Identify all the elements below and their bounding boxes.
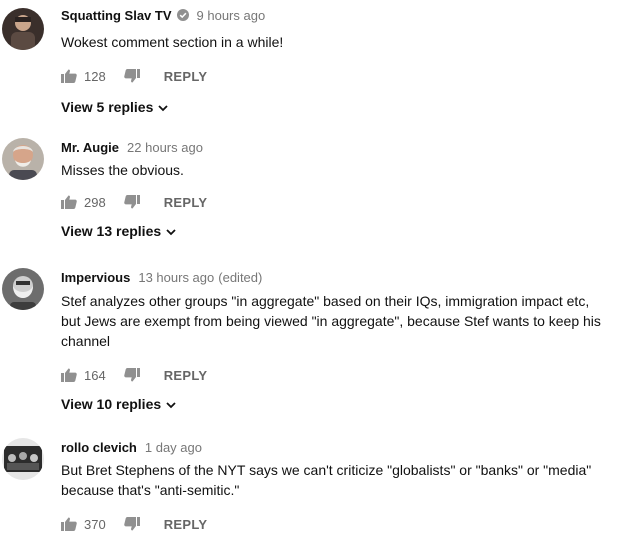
comment-header: Impervious 13 hours ago (edited) <box>61 268 610 286</box>
reply-button[interactable]: REPLY <box>164 69 208 84</box>
check-circle-icon <box>176 9 189 21</box>
comment-header: Mr. Augie 22 hours ago <box>61 138 610 156</box>
comment-body: Impervious 13 hours ago (edited) Stef an… <box>61 268 610 412</box>
author-name[interactable]: Impervious <box>61 270 130 285</box>
comment-text: Misses the obvious. <box>61 162 184 178</box>
comment-actions: 164 REPLY <box>61 365 610 385</box>
thumbs-up-icon[interactable] <box>61 195 77 209</box>
thumbs-down-icon[interactable] <box>123 69 140 83</box>
chevron-down-icon <box>161 223 176 239</box>
like-count: 298 <box>84 194 106 210</box>
thumbs-down-icon[interactable] <box>123 195 140 209</box>
like-count: 370 <box>84 516 106 532</box>
reply-button[interactable]: REPLY <box>164 517 208 532</box>
comment-text: Wokest comment section in a while! <box>61 34 284 50</box>
thumbs-up-icon[interactable] <box>61 368 77 382</box>
avatar[interactable] <box>2 438 44 480</box>
view-replies-button[interactable]: View 13 replies <box>61 223 610 239</box>
view-replies-label: View 13 replies <box>61 223 162 239</box>
comment-timestamp[interactable]: 9 hours ago <box>197 8 266 23</box>
comment-body: Squatting Slav TV 9 hours ago Wokest com… <box>61 6 610 115</box>
thumbs-up-icon[interactable] <box>61 69 77 83</box>
comment-text: Stef analyzes other groups "in aggregate… <box>61 293 601 349</box>
chevron-down-icon <box>161 396 176 412</box>
view-replies-button[interactable]: View 5 replies <box>61 99 610 115</box>
view-replies-label: View 10 replies <box>61 396 162 412</box>
author-name[interactable]: rollo clevich <box>61 440 137 455</box>
reply-button[interactable]: REPLY <box>164 368 208 383</box>
comment-timestamp[interactable]: 22 hours ago <box>127 140 203 155</box>
view-replies-label: View 5 replies <box>61 99 154 115</box>
chevron-down-icon <box>153 99 168 115</box>
like-count: 128 <box>84 68 106 84</box>
comment-actions: 298 REPLY <box>61 192 610 212</box>
thumbs-down-icon[interactable] <box>123 368 140 382</box>
comment-timestamp[interactable]: 1 day ago <box>145 440 202 455</box>
comment-header: Squatting Slav TV 9 hours ago <box>61 6 610 24</box>
comment-timestamp[interactable]: 13 hours ago <box>138 270 214 285</box>
avatar[interactable] <box>2 268 44 310</box>
thumbs-up-icon[interactable] <box>61 517 77 531</box>
reply-button[interactable]: REPLY <box>164 195 208 210</box>
comment-text: But Bret Stephens of the NYT says we can… <box>61 462 592 498</box>
comment-actions: 370 REPLY <box>61 514 610 534</box>
comment-actions: 128 REPLY <box>61 66 610 86</box>
comment-header: rollo clevich 1 day ago <box>61 438 610 456</box>
author-name[interactable]: Mr. Augie <box>61 140 119 155</box>
comment-body: Mr. Augie 22 hours ago Misses the obviou… <box>61 138 610 239</box>
view-replies-button[interactable]: View 10 replies <box>61 396 610 412</box>
thumbs-down-icon[interactable] <box>123 517 140 531</box>
comment-body: rollo clevich 1 day ago But Bret Stephen… <box>61 438 610 534</box>
avatar[interactable] <box>2 138 44 180</box>
author-name[interactable]: Squatting Slav TV <box>61 8 172 23</box>
like-count: 164 <box>84 367 106 383</box>
edited-label: (edited) <box>218 269 263 285</box>
avatar[interactable] <box>2 8 44 50</box>
